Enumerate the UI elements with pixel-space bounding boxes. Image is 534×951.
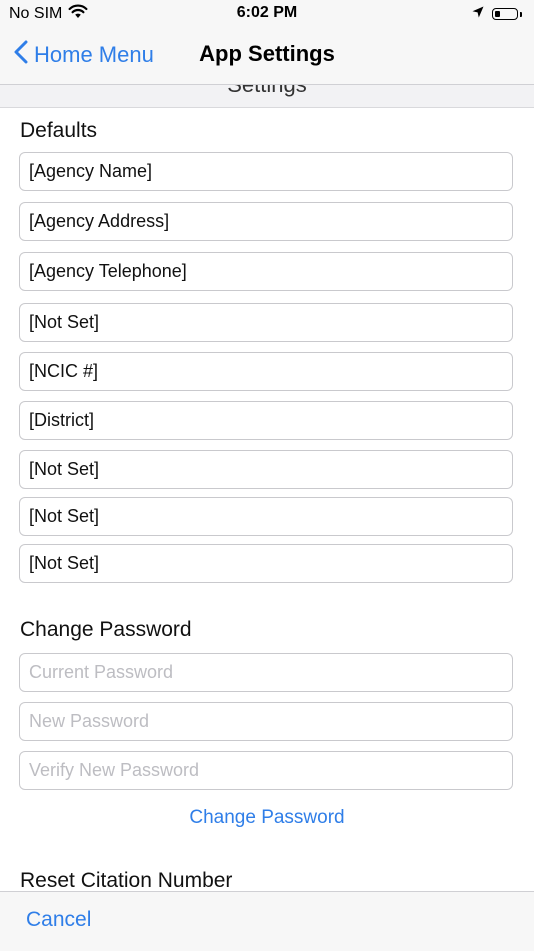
default-field-4[interactable]: [Not Set] xyxy=(19,303,513,342)
battery-nub xyxy=(520,11,522,17)
default-field-8[interactable]: [Not Set] xyxy=(19,497,513,536)
bottom-toolbar: Cancel xyxy=(0,891,534,951)
default-field-7[interactable]: [Not Set] xyxy=(19,450,513,489)
battery-fill xyxy=(495,11,500,17)
defaults-section-title: Defaults xyxy=(20,119,98,142)
scrolled-section-header-label: Settings xyxy=(0,85,534,98)
reset-citation-section-title: Reset Citation Number xyxy=(20,869,233,892)
battery-icon xyxy=(492,8,518,20)
ncic-field[interactable]: [NCIC #] xyxy=(19,352,513,391)
district-field[interactable]: [District] xyxy=(19,401,513,440)
default-field-9[interactable]: [Not Set] xyxy=(19,544,513,583)
location-icon xyxy=(472,5,484,23)
page-title: App Settings xyxy=(199,41,335,66)
navigation-bar: Home Menu App Settings xyxy=(0,28,534,85)
verify-password-input[interactable]: Verify New Password xyxy=(19,751,513,790)
agency-name-field[interactable]: [Agency Name] xyxy=(19,152,513,191)
new-password-input[interactable]: New Password xyxy=(19,702,513,741)
cancel-button[interactable]: Cancel xyxy=(26,908,91,932)
status-time: 6:02 PM xyxy=(236,4,298,21)
status-bar: No SIM 6:02 PM xyxy=(0,0,534,28)
agency-address-field[interactable]: [Agency Address] xyxy=(19,202,513,241)
current-password-input[interactable]: Current Password xyxy=(19,653,513,692)
agency-telephone-field[interactable]: [Agency Telephone] xyxy=(19,252,513,291)
scrolled-section-header: Settings xyxy=(0,85,534,108)
change-password-section-title: Change Password xyxy=(20,618,192,641)
status-right xyxy=(472,5,522,23)
change-password-button[interactable]: Change Password xyxy=(0,807,534,829)
